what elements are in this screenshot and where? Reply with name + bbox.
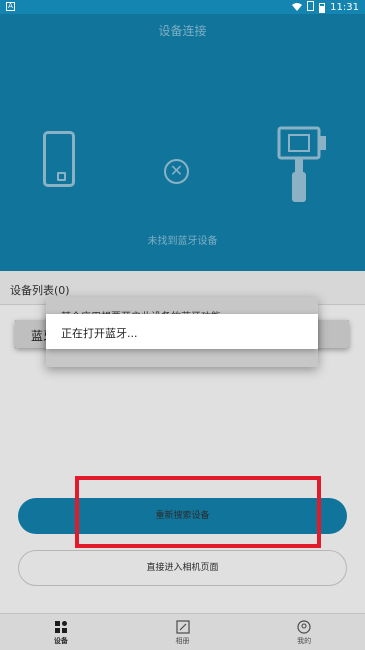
nav-item-album[interactable]: 相册	[122, 614, 244, 650]
gimbal-icon	[275, 126, 335, 206]
bottom-nav: 设备 相册 我的	[0, 613, 365, 650]
wifi-icon	[292, 2, 303, 14]
clock: 11:31	[330, 2, 359, 13]
album-icon	[175, 619, 190, 634]
nav-label-profile: 我的	[297, 637, 312, 645]
page-title: 设备连接	[158, 24, 207, 38]
progress-message: 正在打开蓝牙...	[61, 327, 138, 340]
disconnected-icon: ✕	[164, 159, 189, 184]
nav-item-profile[interactable]: 我的	[243, 614, 365, 650]
nav-label-device: 设备	[53, 637, 68, 645]
nav-item-device[interactable]: 设备	[0, 614, 122, 650]
profile-icon	[297, 619, 311, 634]
progress-dialog: 正在打开蓝牙...	[46, 314, 318, 349]
research-devices-button[interactable]: 重新搜索设备	[18, 498, 347, 534]
connection-status: 未找到蓝牙设备	[147, 236, 218, 247]
connection-header: 设备连接 ✕ 未找到蓝牙设备	[0, 14, 365, 271]
notification-icon: A	[6, 2, 15, 11]
sim-icon	[307, 1, 315, 14]
nav-label-album: 相册	[175, 637, 190, 645]
device-icon	[54, 619, 68, 633]
status-bar: A 11:31	[0, 0, 365, 14]
device-list-title: 设备列表(0)	[10, 284, 70, 297]
battery-icon	[319, 2, 326, 13]
phone-icon	[43, 131, 75, 187]
status-icons: 11:31	[292, 1, 359, 14]
enter-camera-button[interactable]: 直接进入相机页面	[18, 550, 347, 586]
